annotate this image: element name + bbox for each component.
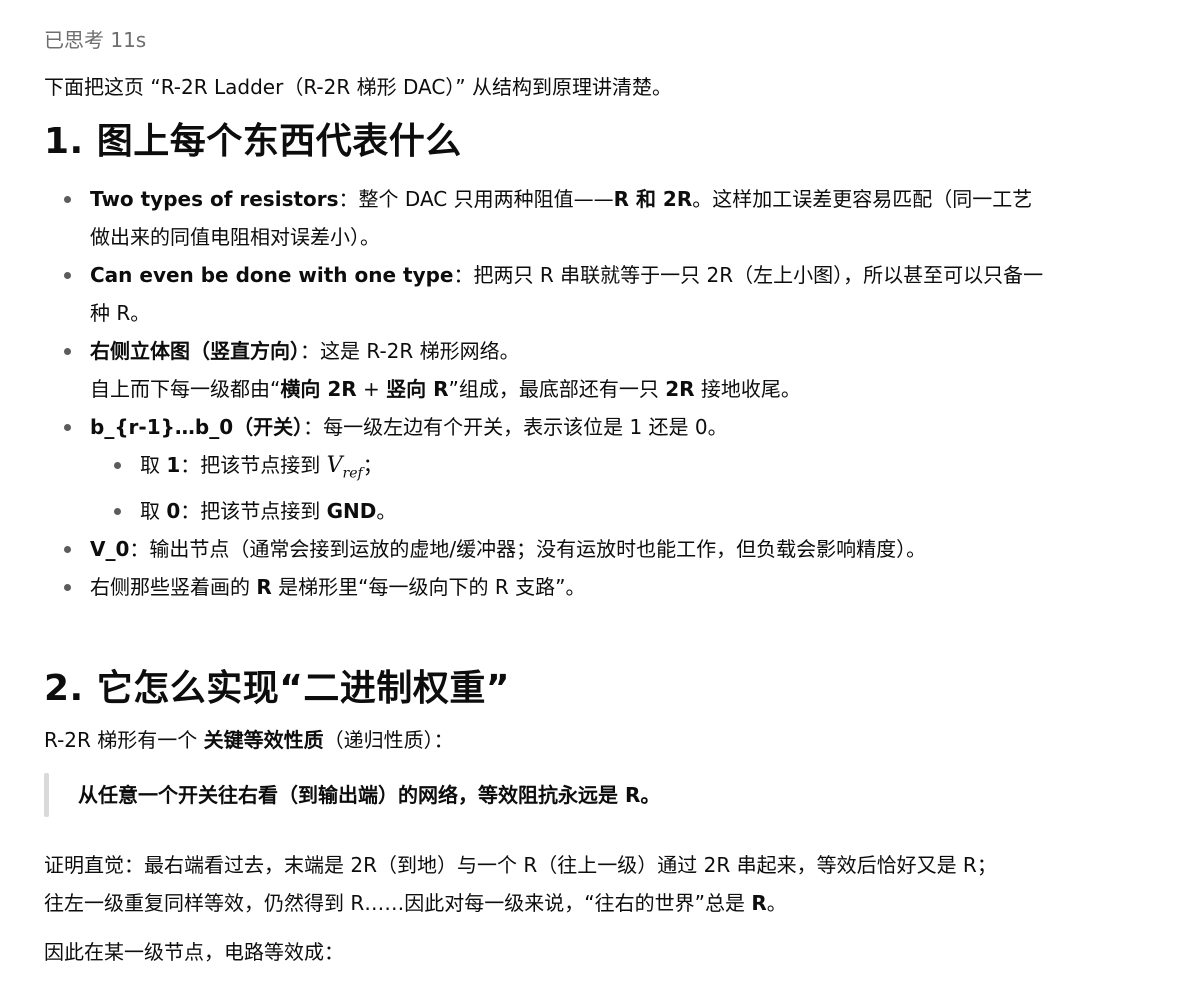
sub-item-bold: 0 [166, 499, 181, 524]
component-list: Two types of resistors：整个 DAC 只用两种阻值——R … [44, 180, 1186, 606]
paragraph-text: R-2R 梯形有一个 [44, 728, 204, 752]
list-item-text: ：每一级左边有个开关，表示该位是 1 还是 0。 [303, 415, 728, 439]
list-item-bold: R 和 2R [613, 187, 693, 211]
paragraph-text: 往左一级重复同样等效，仍然得到 R……因此对每一级来说，“往右的世界”总是 [44, 891, 752, 915]
paragraph-text: 。 [766, 891, 787, 915]
paragraph-bold: 关键等效性质 [203, 728, 324, 752]
list-item: Two types of resistors：整个 DAC 只用两种阻值——R … [44, 180, 1186, 256]
bullet-dot [64, 272, 71, 279]
bullet-dot [64, 196, 71, 203]
math-v: V [326, 453, 343, 478]
list-item-text: + [356, 377, 387, 401]
section1-heading: 1. 图上每个东西代表什么 [44, 121, 462, 162]
bullet-dot [64, 348, 71, 355]
list-item: 右侧那些竖着画的 R 是梯形里“每一级向下的 R 支路”。 [44, 568, 1186, 606]
section2-heading: 2. 它怎么实现“二进制权重” [44, 668, 511, 709]
proof-paragraph: 证明直觉：最右端看过去，末端是 2R（到地）与一个 R（往上一级）通过 2R 串… [44, 846, 997, 922]
thought-duration-label[interactable]: 已思考 11s [44, 24, 146, 53]
blockquote: 从任意一个开关往右看（到输出端）的网络，等效阻抗永远是 R。 [44, 773, 944, 817]
paragraph-text: 证明直觉：最右端看过去，末端是 2R（到地）与一个 R（往上一级）通过 2R 串… [44, 853, 997, 877]
sub-item-text: 取 [140, 453, 167, 477]
term-3d-view: 右侧立体图（竖直方向） [90, 339, 300, 363]
bullet-dot [64, 584, 71, 592]
list-item-text: 种 R。 [90, 301, 151, 325]
equivalent-circuit-paragraph: 因此在某一级节点，电路等效成： [44, 940, 344, 964]
list-item: Can even be done with one type：把两只 R 串联就… [44, 256, 1186, 332]
bullet-dot [64, 546, 71, 554]
bullet-dot [64, 424, 71, 431]
sub-item-bold: 1 [166, 453, 181, 477]
term-v0: V_0 [90, 537, 130, 562]
bullet-dot [114, 508, 121, 516]
list-item-text: ”组成，最底部还有一只 [448, 377, 666, 401]
list-item-text: ：整个 DAC 只用两种阻值—— [338, 187, 614, 211]
intro-paragraph: 下面把这页 “R-2R Ladder（R-2R 梯形 DAC）” 从结构到原理讲… [44, 75, 673, 99]
blockquote-text: 从任意一个开关往右看（到输出端）的网络，等效阻抗永远是 R。 [78, 783, 661, 807]
term-one-type: Can even be done with one type [90, 263, 454, 287]
list-item-text: 自上而下每一级都由“ [90, 377, 281, 401]
sub-item-text: ：把该节点接到 [180, 453, 327, 477]
math-subscript: ref [342, 465, 363, 482]
sub-item-text: ：把该节点接到 [180, 499, 327, 524]
switch-sublist: 取 1：把该节点接到 Vref； 取 0：把该节点接到 GND。 [90, 446, 1186, 530]
sub-list-item: 取 0：把该节点接到 GND。 [90, 492, 1186, 530]
list-item: V_0：输出节点（通常会接到运放的虚地/缓冲器；没有运放时也能工作，但负载会影响… [44, 530, 1186, 568]
term-switches: b_{r-1}…b_0（开关） [90, 415, 304, 439]
sub-item-text: 。 [376, 499, 397, 524]
list-item-bold: 2R [665, 377, 695, 401]
list-item: 右侧立体图（竖直方向）：这是 R-2R 梯形网络。 自上而下每一级都由“横向 2… [44, 332, 1186, 408]
list-item-text: 做出来的同值电阻相对误差小）。 [90, 225, 380, 249]
paragraph-text: （递归性质）： [323, 728, 454, 752]
list-item-bold: 横向 2R [280, 377, 357, 401]
list-item-text: ：输出节点（通常会接到运放的虚地/缓冲器；没有运放时也能工作，但负载会影响精度）… [129, 537, 927, 562]
list-item-text: 接地收尾。 [694, 377, 801, 401]
sub-item-text: 取 [140, 499, 167, 524]
list-item-text: ：把两只 R 串联就等于一只 2R（左上小图），所以甚至可以只备一 [453, 263, 1044, 287]
list-item-text: 是梯形里“每一级向下的 R 支路”。 [271, 575, 586, 600]
bullet-dot [114, 462, 121, 469]
math-vref: Vref [326, 453, 363, 482]
sub-list-item: 取 1：把该节点接到 Vref； [90, 446, 1186, 492]
list-item-text: 。这样加工误差更容易匹配（同一工艺 [692, 187, 1033, 211]
paragraph-bold: R [751, 891, 767, 915]
list-item-bold: 竖向 R [386, 377, 449, 401]
term-two-types: Two types of resistors [90, 187, 339, 211]
list-item-bold: R [256, 575, 272, 600]
sub-item-bold: GND [326, 499, 377, 524]
blockquote-bar [44, 773, 49, 817]
list-item-text: 右侧那些竖着画的 [90, 575, 257, 600]
list-item-text: ：这是 R-2R 梯形网络。 [300, 339, 520, 363]
list-item: b_{r-1}…b_0（开关）：每一级左边有个开关，表示该位是 1 还是 0。 … [44, 408, 1186, 530]
sub-item-text: ； [362, 453, 383, 477]
recursive-property-paragraph: R-2R 梯形有一个 关键等效性质（递归性质）： [44, 721, 454, 759]
